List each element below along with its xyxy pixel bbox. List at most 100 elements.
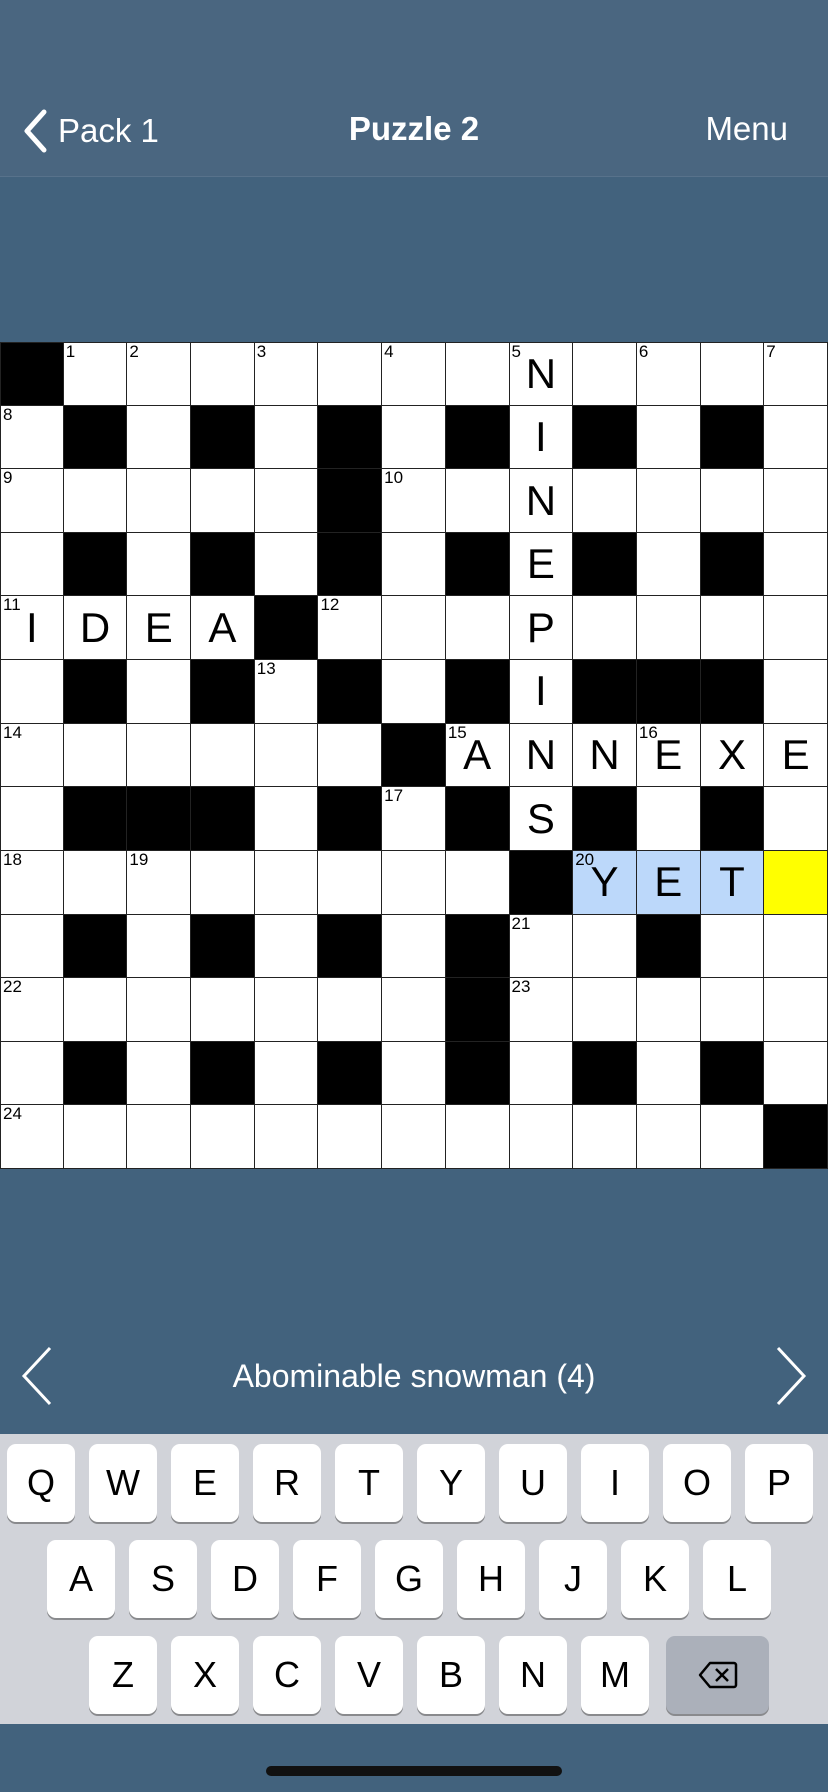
- grid-cell[interactable]: 22: [0, 978, 64, 1042]
- grid-cell[interactable]: 2: [127, 342, 192, 406]
- grid-cell[interactable]: [127, 405, 192, 470]
- grid-cell[interactable]: [700, 342, 765, 406]
- grid-cell[interactable]: [382, 1105, 446, 1169]
- grid-cell[interactable]: [127, 978, 192, 1042]
- grid-cell[interactable]: S: [509, 787, 574, 851]
- grid-cell[interactable]: [254, 787, 319, 851]
- grid-cell[interactable]: [636, 1041, 701, 1106]
- grid-cell[interactable]: 12: [318, 596, 383, 661]
- grid-cell[interactable]: 10: [382, 469, 446, 533]
- key-j[interactable]: J: [539, 1540, 607, 1618]
- grid-cell[interactable]: 3: [254, 342, 319, 406]
- grid-cell[interactable]: 8: [0, 405, 64, 470]
- grid-cell[interactable]: [254, 914, 319, 979]
- grid-cell[interactable]: [636, 978, 701, 1042]
- grid-cell[interactable]: [127, 1105, 192, 1169]
- grid-cell[interactable]: [127, 469, 192, 533]
- grid-cell[interactable]: [382, 1041, 446, 1106]
- grid-cell[interactable]: [318, 1105, 383, 1169]
- grid-cell[interactable]: [700, 596, 765, 661]
- grid-cell[interactable]: [191, 978, 255, 1042]
- grid-cell[interactable]: N: [573, 723, 637, 788]
- grid-cell[interactable]: [573, 342, 637, 406]
- grid-cell[interactable]: [191, 850, 255, 915]
- grid-cell[interactable]: [509, 1041, 574, 1106]
- grid-cell[interactable]: E: [127, 596, 192, 661]
- grid-cell[interactable]: [636, 596, 701, 661]
- grid-cell[interactable]: [382, 660, 446, 724]
- grid-cell[interactable]: [445, 1105, 510, 1169]
- grid-cell[interactable]: [0, 787, 64, 851]
- grid-cell[interactable]: 15 A: [445, 723, 510, 788]
- grid-cell[interactable]: [573, 914, 637, 979]
- grid-cell[interactable]: [764, 660, 828, 724]
- grid-cell[interactable]: [254, 978, 319, 1042]
- grid-cell[interactable]: E: [509, 532, 574, 597]
- grid-cell[interactable]: [254, 850, 319, 915]
- grid-cell[interactable]: 1: [63, 342, 128, 406]
- grid-cell[interactable]: [764, 787, 828, 851]
- key-u[interactable]: U: [499, 1444, 567, 1522]
- key-x[interactable]: X: [171, 1636, 239, 1714]
- grid-cell[interactable]: [127, 532, 192, 597]
- grid-cell[interactable]: [382, 978, 446, 1042]
- grid-cell[interactable]: [700, 469, 765, 533]
- grid-cell[interactable]: [127, 660, 192, 724]
- grid-cell[interactable]: 18: [0, 850, 64, 915]
- grid-cell[interactable]: [764, 469, 828, 533]
- grid-cell[interactable]: [254, 723, 319, 788]
- key-z[interactable]: Z: [89, 1636, 157, 1714]
- grid-cell[interactable]: [254, 1105, 319, 1169]
- grid-cell[interactable]: [318, 342, 383, 406]
- grid-cell[interactable]: E: [636, 850, 701, 915]
- grid-cell[interactable]: 11 I: [0, 596, 64, 661]
- grid-cell-selected[interactable]: [764, 850, 828, 915]
- key-s[interactable]: S: [129, 1540, 197, 1618]
- grid-cell[interactable]: [127, 914, 192, 979]
- grid-cell[interactable]: [764, 532, 828, 597]
- grid-cell[interactable]: P: [509, 596, 574, 661]
- grid-cell[interactable]: 5N: [509, 342, 574, 406]
- grid-cell[interactable]: [445, 342, 510, 406]
- grid-cell[interactable]: [191, 469, 255, 533]
- grid-cell[interactable]: [63, 850, 128, 915]
- grid-cell[interactable]: 4: [382, 342, 446, 406]
- grid-cell[interactable]: [254, 469, 319, 533]
- grid-cell[interactable]: [382, 405, 446, 470]
- grid-cell[interactable]: [700, 978, 765, 1042]
- grid-cell[interactable]: [191, 723, 255, 788]
- key-c[interactable]: C: [253, 1636, 321, 1714]
- grid-cell[interactable]: [445, 850, 510, 915]
- grid-cell[interactable]: N: [509, 723, 574, 788]
- key-l[interactable]: L: [703, 1540, 771, 1618]
- key-v[interactable]: V: [335, 1636, 403, 1714]
- grid-cell[interactable]: [573, 978, 637, 1042]
- grid-cell[interactable]: N: [509, 469, 574, 533]
- grid-cell[interactable]: I: [509, 405, 574, 470]
- key-d[interactable]: D: [211, 1540, 279, 1618]
- next-clue-icon[interactable]: [770, 1344, 810, 1408]
- grid-cell[interactable]: T: [700, 850, 765, 915]
- grid-cell[interactable]: [700, 914, 765, 979]
- menu-button[interactable]: Menu: [705, 110, 788, 148]
- key-k[interactable]: K: [621, 1540, 689, 1618]
- grid-cell[interactable]: E: [764, 723, 828, 788]
- grid-cell[interactable]: [573, 596, 637, 661]
- key-q[interactable]: Q: [7, 1444, 75, 1522]
- grid-cell[interactable]: [764, 978, 828, 1042]
- grid-cell[interactable]: X: [700, 723, 765, 788]
- delete-key[interactable]: [666, 1636, 769, 1714]
- key-i[interactable]: I: [581, 1444, 649, 1522]
- grid-cell[interactable]: [764, 914, 828, 979]
- grid-cell[interactable]: [63, 469, 128, 533]
- grid-cell[interactable]: [382, 914, 446, 979]
- grid-cell[interactable]: [764, 596, 828, 661]
- grid-cell[interactable]: 23: [509, 978, 574, 1042]
- grid-cell[interactable]: [318, 723, 383, 788]
- grid-cell[interactable]: A: [191, 596, 255, 661]
- key-g[interactable]: G: [375, 1540, 443, 1618]
- grid-cell[interactable]: [127, 723, 192, 788]
- grid-cell[interactable]: [382, 596, 446, 661]
- key-y[interactable]: Y: [417, 1444, 485, 1522]
- grid-cell[interactable]: 21: [509, 914, 574, 979]
